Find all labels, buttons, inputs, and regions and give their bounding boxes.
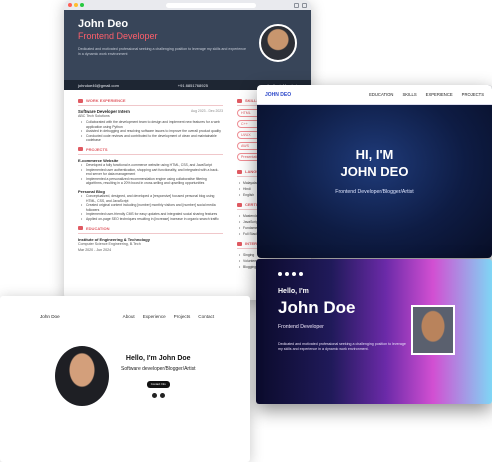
folder-icon xyxy=(78,147,83,152)
white-hero-role: Software developer/Blogger/Artist xyxy=(121,365,196,372)
star-icon xyxy=(237,98,242,103)
social-icons-row xyxy=(256,259,492,276)
job-company: ABC Tech Solutions xyxy=(78,114,110,118)
section-heading-education: EDUCATION xyxy=(78,226,223,234)
job-dates: Aug 2023 - Dec 2023 xyxy=(190,109,223,113)
nav-link-experience[interactable]: Experience xyxy=(143,314,166,319)
nav-link-experience[interactable]: EXPERIENCE xyxy=(426,92,453,97)
close-dot-icon[interactable] xyxy=(68,3,72,7)
briefcase-icon xyxy=(78,98,83,103)
gradient-hero-role: Frontend Developer xyxy=(278,324,324,330)
nav-link-projects[interactable]: Projects xyxy=(174,314,191,319)
gradient-hero-name: John Doe xyxy=(278,298,356,317)
tabs-icon[interactable] xyxy=(302,2,307,8)
instagram-icon[interactable] xyxy=(278,272,282,276)
white-hero-greeting: Hello, I'm John Doe xyxy=(125,354,191,362)
navy-brand-logo[interactable]: JOHN DEO xyxy=(265,92,291,98)
white-hero-text: Hello, I'm John Doe Software developer/B… xyxy=(121,355,195,398)
profile-photo xyxy=(259,24,297,62)
resume-main-column: WORK EXPERIENCE Software Developer Inter… xyxy=(78,98,223,270)
white-hero: Hello, I'm John Doe Software developer/B… xyxy=(0,319,250,406)
share-icon[interactable] xyxy=(294,2,299,8)
navy-navbar: JOHN DEO EDUCATION SKILLS EXPERIENCE PRO… xyxy=(257,85,492,105)
nav-link-about[interactable]: About xyxy=(123,314,135,319)
list-item: Conducted code reviews and contributed t… xyxy=(78,134,223,143)
nav-link-projects[interactable]: PROJECTS xyxy=(462,92,484,97)
social-icons-row xyxy=(121,392,195,398)
minimize-dot-icon[interactable] xyxy=(74,3,78,7)
navy-greeting: HI, I'M xyxy=(355,147,394,162)
white-portfolio-template-card[interactable]: John Doe About Experience Projects Conta… xyxy=(0,296,250,462)
contact-email[interactable]: johndoe46@gmail.com xyxy=(78,83,119,88)
profile-photo xyxy=(411,305,455,355)
education-dates: Mar 2020 - Jun 2024 xyxy=(78,247,112,252)
education-degree: Computer Science Engineering, B.Tech xyxy=(78,241,141,246)
list-item: Created original content including [numb… xyxy=(78,203,223,212)
section-heading-projects: PROJECTS xyxy=(78,147,223,155)
github-icon[interactable] xyxy=(159,392,165,398)
education-heading-label: EDUCATION xyxy=(86,225,110,231)
heart-icon xyxy=(237,241,242,246)
resume-header: John Deo Frontend Developer Dedicated an… xyxy=(64,10,311,80)
browser-actions xyxy=(294,2,307,8)
navy-hero-name: JOHN DEO xyxy=(340,164,409,179)
navy-nav-links: EDUCATION SKILLS EXPERIENCE PROJECTS xyxy=(369,92,484,97)
profile-photo xyxy=(55,346,109,406)
linkedin-icon[interactable] xyxy=(151,392,157,398)
certificate-icon xyxy=(237,202,242,207)
github-icon[interactable] xyxy=(285,272,289,276)
browser-toolbar xyxy=(64,0,311,10)
list-item: Implemented user authentication, shoppin… xyxy=(78,168,223,177)
nav-link-contact[interactable]: Contact xyxy=(198,314,214,319)
list-item: Applied on-page SEO techniques resulting… xyxy=(78,217,223,222)
gradient-greeting: Hello, I'm xyxy=(278,288,309,295)
contact-info-button[interactable]: Contact Info xyxy=(146,380,170,388)
nav-link-education[interactable]: EDUCATION xyxy=(369,92,393,97)
nav-link-skills[interactable]: SKILLS xyxy=(402,92,416,97)
navy-portfolio-template-card[interactable]: JOHN DEO EDUCATION SKILLS EXPERIENCE PRO… xyxy=(257,85,492,258)
navy-hero-role: Frontend Developer/Blogger/Artist xyxy=(335,189,414,195)
maximize-dot-icon[interactable] xyxy=(80,3,84,7)
graduation-cap-icon xyxy=(78,226,83,230)
white-navbar: John Doe About Experience Projects Conta… xyxy=(0,296,250,319)
gradient-hero-description: Dedicated and motivated professional see… xyxy=(278,342,406,351)
white-nav-links: About Experience Projects Contact xyxy=(123,314,214,319)
twitter-icon[interactable] xyxy=(292,272,296,276)
list-item: Conceptualized, designed, and developed … xyxy=(78,194,223,203)
white-brand-logo[interactable]: John Doe xyxy=(40,314,60,319)
address-bar[interactable] xyxy=(166,2,256,8)
globe-icon xyxy=(237,169,242,174)
section-heading-work: WORK EXPERIENCE xyxy=(78,98,223,106)
list-item: Collaborated with the development team t… xyxy=(78,120,223,129)
work-heading-label: WORK EXPERIENCE xyxy=(86,98,126,103)
resume-summary: Dedicated and motivated professional see… xyxy=(78,47,247,56)
contact-phone: +91 8851768925 xyxy=(177,82,208,88)
list-item: Implemented a personalized recommendatio… xyxy=(78,177,223,186)
projects-heading-label: PROJECTS xyxy=(86,146,108,152)
youtube-icon[interactable] xyxy=(299,272,303,276)
gradient-portfolio-template-card[interactable]: Hello, I'm John Doe Frontend Developer D… xyxy=(256,259,492,404)
